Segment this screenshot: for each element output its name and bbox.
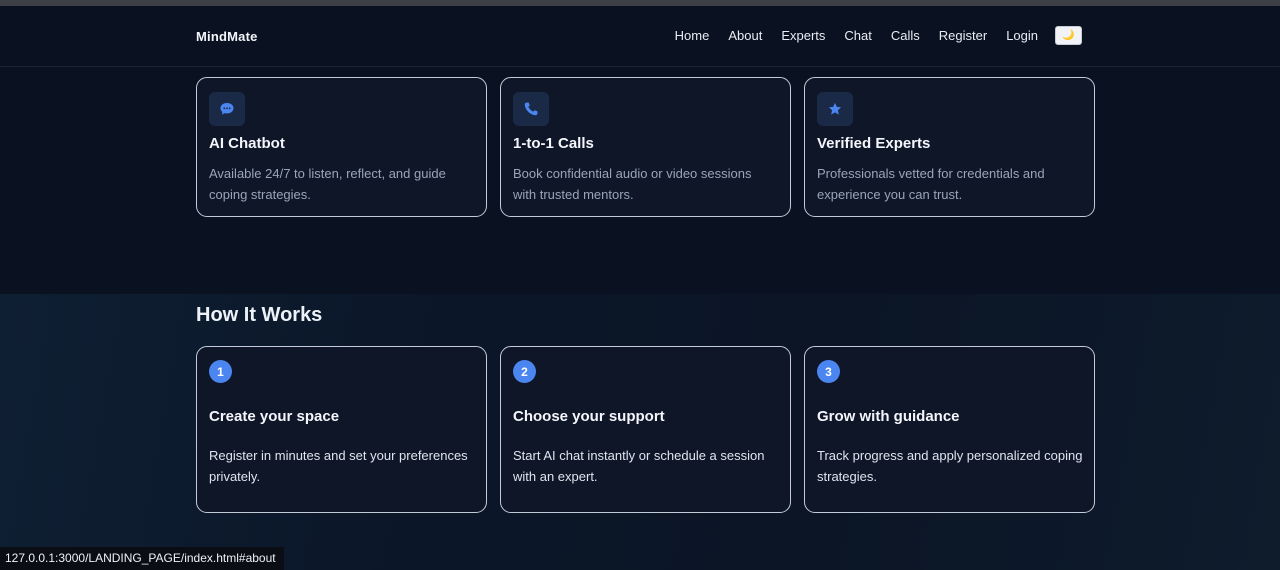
feature-icon-box	[513, 92, 549, 126]
nav-links: Home About Experts Chat Calls Register L…	[656, 26, 1082, 45]
step-description: Start AI chat instantly or schedule a se…	[513, 448, 765, 484]
feature-title: AI Chatbot	[209, 135, 285, 152]
nav-link-calls[interactable]: Calls	[891, 28, 920, 43]
feature-icon-box	[817, 92, 853, 126]
step-card-2: 2 Choose your support Start AI chat inst…	[500, 346, 791, 513]
feature-card-verified-experts: Verified Experts Professionals vetted fo…	[804, 77, 1095, 217]
nav-link-register[interactable]: Register	[939, 28, 987, 43]
step-number-badge: 2	[513, 360, 536, 383]
chat-bubble-icon	[220, 103, 234, 115]
step-title: Grow with guidance	[817, 408, 960, 425]
nav-link-about[interactable]: About	[728, 28, 762, 43]
star-icon	[828, 102, 842, 115]
feature-icon-box	[209, 92, 245, 126]
feature-description: Professionals vetted for credentials and…	[817, 166, 1045, 202]
moon-icon: 🌙	[1062, 30, 1075, 41]
nav-link-home[interactable]: Home	[675, 28, 710, 43]
nav-link-login[interactable]: Login	[1006, 28, 1038, 43]
feature-title: 1-to-1 Calls	[513, 135, 594, 152]
step-description: Track progress and apply personalized co…	[817, 448, 1083, 484]
feature-description: Available 24/7 to listen, reflect, and g…	[209, 166, 446, 202]
section-heading: How It Works	[196, 304, 323, 326]
step-card-3: 3 Grow with guidance Track progress and …	[804, 346, 1095, 513]
nav-link-chat[interactable]: Chat	[844, 28, 871, 43]
step-card-1: 1 Create your space Register in minutes …	[196, 346, 487, 513]
phone-icon	[524, 102, 538, 116]
step-description: Register in minutes and set your prefere…	[209, 448, 468, 484]
step-title: Create your space	[209, 408, 340, 425]
step-number-badge: 1	[209, 360, 232, 383]
brand-logo[interactable]: MindMate	[196, 29, 258, 44]
nav-link-experts[interactable]: Experts	[781, 28, 825, 43]
feature-card-calls: 1-to-1 Calls Book confidential audio or …	[500, 77, 791, 217]
navbar: MindMate Home About Experts Chat Calls R…	[0, 6, 1280, 67]
browser-status-url: 127.0.0.1:3000/LANDING_PAGE/index.html#a…	[0, 547, 284, 570]
step-number-badge: 3	[817, 360, 840, 383]
feature-title: Verified Experts	[817, 135, 931, 152]
feature-card-ai-chatbot: AI Chatbot Available 24/7 to listen, ref…	[196, 77, 487, 217]
theme-toggle-button[interactable]: 🌙	[1055, 26, 1082, 45]
step-title: Choose your support	[513, 408, 665, 425]
feature-description: Book confidential audio or video session…	[513, 166, 752, 202]
